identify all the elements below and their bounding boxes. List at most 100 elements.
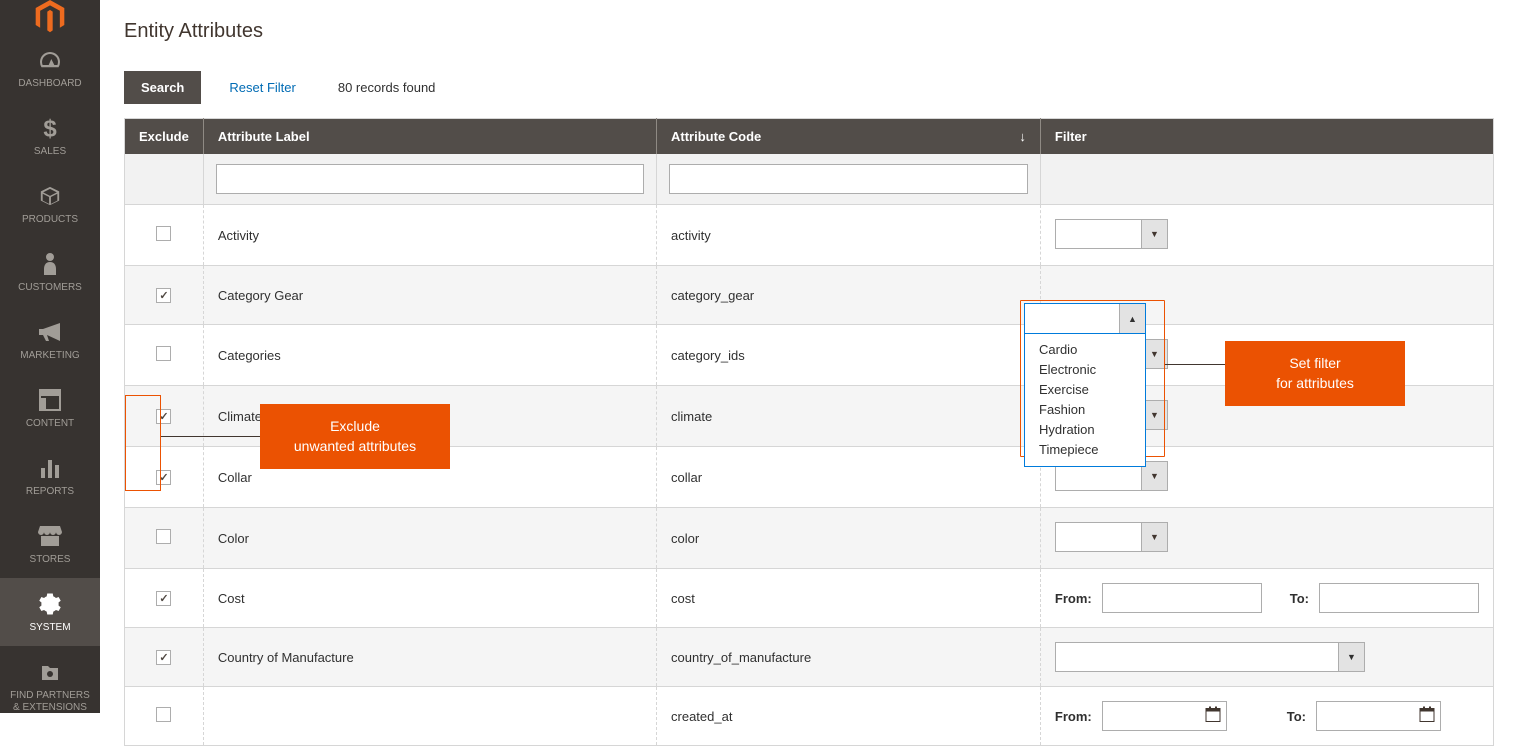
attribute-code-cell: color bbox=[657, 508, 1041, 569]
col-filter-header[interactable]: Filter bbox=[1040, 119, 1493, 155]
range-from-label: From: bbox=[1055, 591, 1092, 606]
dropdown-option[interactable]: Cardio bbox=[1039, 340, 1131, 360]
attribute-code-cell: category_ids bbox=[657, 325, 1041, 386]
sidebar-item-products[interactable]: PRODUCTS bbox=[0, 170, 100, 238]
dropdown-toggle-button[interactable]: ▼ bbox=[1338, 643, 1364, 671]
dropdown-option[interactable]: Hydration bbox=[1039, 420, 1131, 440]
sidebar-item-reports[interactable]: REPORTS bbox=[0, 442, 100, 510]
attribute-label-cell: Color bbox=[203, 508, 656, 569]
table-row: Costcost From: To: bbox=[125, 569, 1494, 628]
sidebar-item-label: REPORTS bbox=[26, 486, 74, 498]
exclude-checkbox[interactable] bbox=[156, 650, 171, 665]
sidebar-item-label: CONTENT bbox=[26, 418, 74, 430]
attribute-code-cell: collar bbox=[657, 447, 1041, 508]
dollar-icon: $ bbox=[36, 114, 64, 142]
dropdown-value bbox=[1056, 523, 1141, 551]
attribute-code-cell: activity bbox=[657, 205, 1041, 266]
exclude-checkbox[interactable] bbox=[156, 346, 171, 361]
attribute-filter-cell: From: To: bbox=[1040, 569, 1493, 628]
attribute-code-cell: cost bbox=[657, 569, 1041, 628]
attribute-label-cell: Cost bbox=[203, 569, 656, 628]
table-row: Colorcolor ▼ bbox=[125, 508, 1494, 569]
attribute-label-cell: Category Gear bbox=[203, 266, 656, 325]
grid-filter-row bbox=[125, 154, 1494, 205]
attribute-label-cell: Categories bbox=[203, 325, 656, 386]
dropdown-toggle-button[interactable]: ▲ bbox=[1119, 304, 1145, 333]
filter-dropdown[interactable]: ▼ bbox=[1055, 642, 1365, 672]
attribute-label-cell: Activity bbox=[203, 205, 656, 266]
magento-logo[interactable] bbox=[0, 0, 100, 34]
page-title: Entity Attributes bbox=[124, 20, 1494, 43]
exclude-checkbox[interactable] bbox=[156, 591, 171, 606]
reset-filter-link[interactable]: Reset Filter bbox=[229, 80, 295, 95]
filter-label-input[interactable] bbox=[216, 164, 644, 194]
callout-connector-line bbox=[1165, 364, 1225, 365]
date-from-input[interactable] bbox=[1102, 701, 1227, 731]
main-content: Entity Attributes Search Reset Filter 80… bbox=[100, 0, 1518, 713]
attribute-filter-cell: From:To: bbox=[1040, 687, 1493, 746]
table-row: Country of Manufacturecountry_of_manufac… bbox=[125, 628, 1494, 687]
dropdown-value bbox=[1056, 643, 1338, 671]
col-exclude-header[interactable]: Exclude bbox=[125, 119, 204, 155]
attribute-code-cell: category_gear bbox=[657, 266, 1041, 325]
exclude-checkbox[interactable] bbox=[156, 226, 171, 241]
dropdown-option[interactable]: Timepiece bbox=[1039, 440, 1131, 460]
storefront-icon bbox=[36, 522, 64, 550]
filter-dropdown[interactable]: ▼ bbox=[1055, 219, 1168, 249]
range-from-input[interactable] bbox=[1102, 583, 1262, 613]
megaphone-icon bbox=[36, 318, 64, 346]
attribute-label-cell: Country of Manufacture bbox=[203, 628, 656, 687]
sort-indicator-icon: ↓ bbox=[1019, 129, 1026, 144]
sidebar-item-sales[interactable]: $ SALES bbox=[0, 102, 100, 170]
sidebar-item-label: PRODUCTS bbox=[22, 214, 78, 226]
col-label-header[interactable]: Attribute Label bbox=[203, 119, 656, 155]
dropdown-option-list: CardioElectronicExerciseFashionHydration… bbox=[1025, 334, 1145, 466]
attribute-filter-cell: ▼ bbox=[1040, 508, 1493, 569]
date-to-input[interactable] bbox=[1316, 701, 1441, 731]
dropdown-option[interactable]: Electronic bbox=[1039, 360, 1131, 380]
sidebar-item-label: SALES bbox=[34, 146, 66, 158]
partners-icon bbox=[36, 658, 64, 686]
sidebar-item-content[interactable]: CONTENT bbox=[0, 374, 100, 442]
sidebar-item-label: SYSTEM bbox=[29, 622, 70, 634]
search-button[interactable]: Search bbox=[124, 71, 201, 104]
sidebar-item-label: MARKETING bbox=[20, 350, 79, 362]
filter-dropdown-open: ▲ CardioElectronicExerciseFashionHydrati… bbox=[1024, 303, 1146, 467]
dropdown-option[interactable]: Exercise bbox=[1039, 380, 1131, 400]
exclude-checkbox[interactable] bbox=[156, 409, 171, 424]
filter-dropdown[interactable]: ▼ bbox=[1055, 522, 1168, 552]
attribute-code-cell: climate bbox=[657, 386, 1041, 447]
sidebar-item-label: CUSTOMERS bbox=[18, 282, 82, 294]
sidebar-item-system[interactable]: SYSTEM bbox=[0, 578, 100, 646]
exclude-checkbox[interactable] bbox=[156, 470, 171, 485]
filter-callout: Set filter for attributes bbox=[1225, 341, 1405, 406]
sidebar-item-marketing[interactable]: MARKETING bbox=[0, 306, 100, 374]
attribute-filter-cell: ▼ bbox=[1040, 205, 1493, 266]
dropdown-toggle-button[interactable]: ▼ bbox=[1141, 220, 1167, 248]
sidebar-item-label: STORES bbox=[30, 554, 71, 566]
person-icon bbox=[36, 250, 64, 278]
range-to-label: To: bbox=[1287, 709, 1306, 724]
dropdown-toggle-button[interactable]: ▼ bbox=[1141, 523, 1167, 551]
sidebar-item-stores[interactable]: STORES bbox=[0, 510, 100, 578]
dropdown-value bbox=[1056, 220, 1141, 248]
range-to-label: To: bbox=[1290, 591, 1309, 606]
sidebar-item-customers[interactable]: CUSTOMERS bbox=[0, 238, 100, 306]
exclude-checkbox[interactable] bbox=[156, 529, 171, 544]
sidebar-item-partners[interactable]: FIND PARTNERS & EXTENSIONS bbox=[0, 646, 100, 726]
dropdown-option[interactable]: Fashion bbox=[1039, 400, 1131, 420]
exclude-checkbox[interactable] bbox=[156, 707, 171, 722]
gauge-icon bbox=[36, 46, 64, 74]
range-to-input[interactable] bbox=[1319, 583, 1479, 613]
layout-icon bbox=[36, 386, 64, 414]
filter-code-input[interactable] bbox=[669, 164, 1028, 194]
col-code-header[interactable]: Attribute Code↓ bbox=[657, 119, 1041, 155]
records-count: 80 records found bbox=[338, 80, 436, 95]
table-row: Activityactivity ▼ bbox=[125, 205, 1494, 266]
exclude-checkbox[interactable] bbox=[156, 288, 171, 303]
dropdown-value[interactable] bbox=[1025, 304, 1119, 333]
svg-text:$: $ bbox=[43, 116, 57, 140]
callout-connector-line bbox=[161, 436, 261, 437]
sidebar-item-dashboard[interactable]: DASHBOARD bbox=[0, 34, 100, 102]
table-row: created_atFrom:To: bbox=[125, 687, 1494, 746]
